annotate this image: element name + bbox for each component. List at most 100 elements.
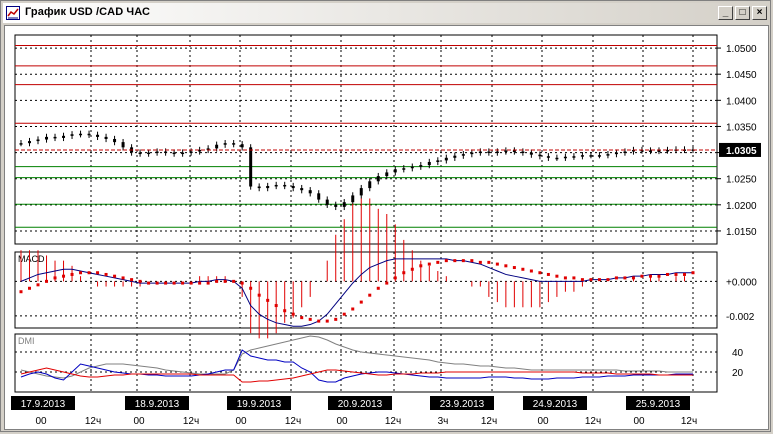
hour-label: 00 [35, 416, 47, 427]
macd-signal-point [555, 274, 559, 278]
candle-body [181, 152, 185, 155]
macd-signal-point [461, 259, 465, 263]
macd-signal-point [249, 286, 253, 290]
macd-signal-point [70, 272, 74, 276]
candle-body [87, 133, 91, 136]
dmi-panel-frame [14, 333, 718, 393]
candle-body [368, 181, 372, 189]
macd-signal-point [342, 312, 346, 316]
macd-signal-point [487, 260, 491, 264]
macd-signal-point [274, 304, 278, 308]
macd-signal-point [351, 307, 355, 311]
last-price-label: 1.0305 [726, 146, 757, 157]
macd-signal-point [104, 272, 108, 276]
hour-label: 12ч [681, 416, 697, 427]
date-label: 25.9.2013 [636, 399, 681, 410]
price-tick-label: 1.0400 [726, 96, 757, 107]
candle-body [257, 186, 261, 189]
price-tick-label: 1.0150 [726, 227, 757, 238]
macd-signal-point [631, 276, 635, 280]
macd-signal-point [529, 269, 533, 273]
macd-signal-point [385, 281, 389, 285]
date-label: 18.9.2013 [135, 399, 180, 410]
macd-signal-point [215, 279, 219, 283]
candle-body [249, 147, 253, 187]
candle-body [53, 136, 57, 139]
macd-signal-point [674, 272, 678, 276]
price-tick-label: 1.0350 [726, 122, 757, 133]
macd-signal-point [308, 317, 312, 321]
hour-label: 3ч [438, 416, 449, 427]
candle-body [147, 152, 151, 155]
macd-signal-point [393, 276, 397, 280]
minimize-button[interactable]: _ [718, 6, 733, 20]
macd-signal-point [79, 271, 83, 275]
macd-tick-label: -0.002 [726, 312, 755, 323]
candle-body [62, 135, 66, 138]
dmi-title: DMI [18, 336, 35, 346]
date-label: 17.9.2013 [21, 399, 66, 410]
dmi-tick-label: 40 [732, 348, 744, 359]
candle-body [334, 204, 338, 207]
close-button[interactable]: × [752, 6, 767, 20]
candle-body [36, 139, 40, 142]
candle-body [529, 152, 533, 155]
macd-signal-point [19, 290, 23, 294]
chart-app-icon [6, 6, 20, 20]
candle-body [470, 152, 474, 155]
macd-signal-point [648, 274, 652, 278]
macd-signal-point [206, 281, 210, 285]
candle-body [351, 195, 355, 203]
macd-signal-point [444, 259, 448, 263]
macd-signal-point [266, 298, 270, 302]
macd-signal-point [402, 271, 406, 275]
hour-label: 12ч [481, 416, 497, 427]
candle-body [19, 143, 23, 145]
candle-body [495, 151, 499, 154]
macd-signal-point [682, 272, 686, 276]
candle-body [223, 143, 227, 145]
macd-signal-point [623, 276, 627, 280]
candle-body [172, 152, 176, 155]
macd-signal-point [181, 281, 185, 285]
maximize-button[interactable]: □ [735, 6, 750, 20]
macd-signal-point [580, 278, 584, 282]
macd-signal-point [240, 281, 244, 285]
candle-body [648, 150, 652, 152]
macd-signal-point [538, 271, 542, 275]
hour-label: 12ч [285, 416, 301, 427]
macd-signal-point [325, 319, 329, 323]
hour-label: 00 [537, 416, 549, 427]
macd-signal-point [504, 264, 508, 268]
candle-body [427, 161, 431, 166]
candle-body [555, 157, 559, 160]
macd-signal-point [521, 267, 525, 271]
candle-body [155, 151, 159, 154]
macd-signal-point [640, 274, 644, 278]
hour-label: 12ч [385, 416, 401, 427]
candle-body [597, 155, 601, 157]
macd-signal-point [87, 271, 91, 275]
macd-signal-point [113, 274, 117, 278]
price-tick-label: 1.0200 [726, 201, 757, 212]
macd-signal-point [572, 276, 576, 280]
candle-body [606, 154, 610, 156]
candle-body [28, 141, 32, 144]
candle-body [325, 199, 329, 205]
candle-body [79, 133, 83, 136]
candle-body [283, 184, 287, 187]
candle-body [317, 193, 321, 200]
candle-body [240, 144, 244, 148]
macd-signal-point [546, 272, 550, 276]
candle-body [410, 166, 414, 169]
candle-body [45, 136, 49, 140]
title-bar[interactable]: График USD /CAD ЧАС _ □ × [3, 3, 770, 23]
chart-area[interactable]: 1.01501.02001.02501.03001.03501.04001.04… [4, 25, 769, 430]
candle-body [580, 155, 584, 157]
macd-signal-point [478, 260, 482, 264]
macd-signal-point [665, 272, 669, 276]
window-title: График USD /CAD ЧАС [25, 6, 151, 18]
candle-body [563, 156, 567, 159]
chart-canvas[interactable]: 1.01501.02001.02501.03001.03501.04001.04… [5, 26, 768, 429]
macd-signal-point [45, 279, 49, 283]
